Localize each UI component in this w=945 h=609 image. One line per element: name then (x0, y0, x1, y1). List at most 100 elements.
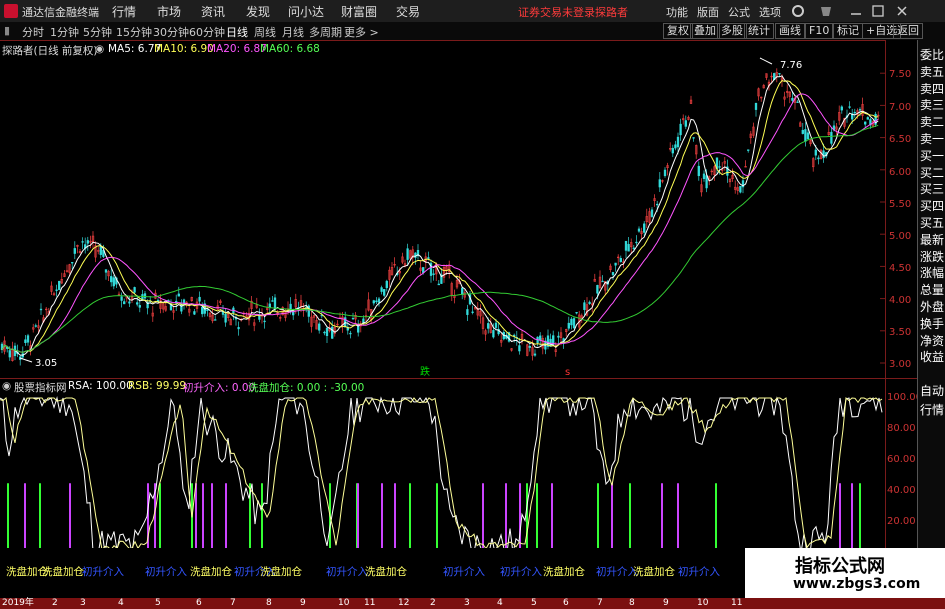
period-monthly[interactable]: 月线 (282, 24, 304, 40)
username[interactable]: 探路者 (595, 4, 628, 20)
rsb-label: RSB: 99.99 (128, 380, 187, 392)
minimize-icon[interactable] (848, 3, 864, 19)
chart-settings-icon[interactable]: ◉ (95, 43, 104, 55)
time-axis-label: 2 (52, 598, 58, 608)
menu-item-wealth[interactable]: 财富圈 (341, 3, 377, 20)
ma20-label: MA20: 6.87 (207, 43, 267, 55)
time-axis-label: 3 (80, 598, 86, 608)
period-daily[interactable]: 日线 (226, 24, 248, 40)
menu-item-trade[interactable]: 交易 (396, 3, 420, 20)
menu-item-quote[interactable]: 行情 (112, 3, 136, 20)
right-panel-item[interactable]: 收益 (919, 348, 945, 365)
time-axis-label: 10 (338, 598, 350, 608)
signal-label: 初升介入 (443, 566, 485, 578)
menu-item-discover[interactable]: 发现 (246, 3, 270, 20)
right-panel-item[interactable]: 买二 (919, 164, 945, 181)
period-60min[interactable]: 60分钟 (189, 24, 225, 40)
kline-chart[interactable]: 7.76 3.05 跌 s (0, 40, 917, 378)
menu-formula[interactable]: 公式 (728, 4, 750, 20)
tool-overlay[interactable]: 叠加 (690, 23, 720, 39)
time-axis-label: 6 (196, 598, 202, 608)
signal-label: 洗盘加仓 (260, 566, 302, 578)
title-bar: 通达信金融终端 行情 市场 资讯 发现 问小达 财富圈 交易 证券交易未登录 探… (0, 0, 945, 23)
price-tick: 5.50 (889, 199, 912, 210)
signal-label: 初升介入 (596, 566, 638, 578)
right-panel-item[interactable]: 卖一 (919, 130, 945, 147)
right-panel-item[interactable]: 总量 (919, 281, 945, 298)
right-panel-item[interactable]: 外盘 (919, 298, 945, 315)
tool-draw[interactable]: 画线 (775, 23, 805, 39)
right-panel-item[interactable]: 涨跌 (919, 248, 945, 265)
close-icon[interactable] (894, 3, 910, 19)
time-axis-label: 7 (230, 598, 236, 608)
settings-icon[interactable] (790, 3, 806, 19)
right-panel-item[interactable]: 卖五 (919, 63, 945, 80)
chusheng-label: 初升介入: 0.00 (183, 382, 256, 394)
menu-item-market[interactable]: 市场 (157, 3, 181, 20)
tool-mark[interactable]: 标记 (833, 23, 863, 39)
indicator-chart[interactable] (0, 378, 917, 548)
ma10-label: MA10: 6.90 (154, 43, 214, 55)
menu-item-news[interactable]: 资讯 (201, 3, 225, 20)
indicator-settings-icon[interactable]: ◉ (2, 380, 11, 392)
time-axis-label: 6 (563, 598, 569, 608)
time-axis-label: 5 (531, 598, 537, 608)
signal-label: 洗盘加仓 (543, 566, 585, 578)
signal-marker-green: 跌 (420, 365, 430, 378)
tool-adjust[interactable]: 复权 (663, 23, 693, 39)
tool-multi-stock[interactable]: 多股 (717, 23, 747, 39)
right-panel-item[interactable]: 委比 (919, 46, 945, 63)
right-panel-item[interactable]: 自动 (919, 382, 945, 399)
time-axis-label: 9 (300, 598, 306, 608)
right-panel-item[interactable]: 买一 (919, 147, 945, 164)
period-weekly[interactable]: 周线 (254, 24, 276, 40)
menu-options[interactable]: 选项 (759, 4, 781, 20)
tool-stats[interactable]: 统计 (744, 23, 774, 39)
watermark: 指标公式网 www.zbgs3.com (745, 548, 945, 598)
period-30min[interactable]: 30分钟 (153, 24, 189, 40)
right-panel-item[interactable]: 卖二 (919, 113, 945, 130)
signal-label: 洗盘加仓 (365, 566, 407, 578)
menu-item-ask[interactable]: 问小达 (288, 3, 324, 20)
period-15min[interactable]: 15分钟 (116, 24, 152, 40)
price-tick: 6.50 (889, 134, 912, 145)
time-axis-label: 11 (731, 598, 743, 608)
right-panel-item[interactable]: 卖三 (919, 96, 945, 113)
time-axis-label: 12 (398, 598, 410, 608)
xipan-label: 洗盘加仓: 0.00 : -30.00 (248, 382, 365, 394)
period-more[interactable]: 更多 > (344, 24, 379, 40)
right-panel-item[interactable]: 买四 (919, 197, 945, 214)
right-panel-item[interactable]: 最新 (919, 231, 945, 248)
menu-layout[interactable]: 版面 (697, 4, 719, 20)
signal-label: 洗盘加仓 (190, 566, 232, 578)
period-1min[interactable]: 1分钟 (50, 24, 79, 40)
period-multi[interactable]: 多周期 (309, 24, 342, 40)
menu-function[interactable]: 功能 (666, 4, 688, 20)
time-axis-label: 10 (697, 598, 709, 608)
signal-label: 初升介入 (326, 566, 368, 578)
maximize-icon[interactable] (870, 3, 886, 19)
right-panel-item[interactable]: 行情 (919, 401, 945, 418)
toolbar-bar-icon[interactable]: ▮ (4, 24, 10, 37)
right-panel-item[interactable]: 卖四 (919, 80, 945, 97)
app-logo-icon (4, 4, 18, 18)
tool-f10[interactable]: F10 (805, 23, 834, 39)
watermark-url: www.zbgs3.com (793, 576, 921, 592)
ma60-label: MA60: 6.68 (260, 43, 320, 55)
time-axis-label: 2019年 (2, 598, 34, 608)
period-timeshare[interactable]: 分时 (22, 24, 44, 40)
right-panel-item[interactable]: 买三 (919, 180, 945, 197)
period-5min[interactable]: 5分钟 (83, 24, 112, 40)
login-status[interactable]: 证券交易未登录 (518, 4, 595, 20)
time-axis-label: 5 (155, 598, 161, 608)
time-axis-label: 8 (266, 598, 272, 608)
right-panel-item[interactable]: 净资 (919, 332, 945, 349)
watermark-title: 指标公式网 (795, 556, 885, 577)
right-panel-item[interactable]: 买五 (919, 214, 945, 231)
time-axis-label: 2 (430, 598, 436, 608)
time-axis-label: 3 (464, 598, 470, 608)
right-panel-item[interactable]: 换手 (919, 315, 945, 332)
skin-icon[interactable] (818, 3, 834, 19)
tool-back[interactable]: 返回 (893, 23, 923, 39)
right-panel-item[interactable]: 涨幅 (919, 264, 945, 281)
